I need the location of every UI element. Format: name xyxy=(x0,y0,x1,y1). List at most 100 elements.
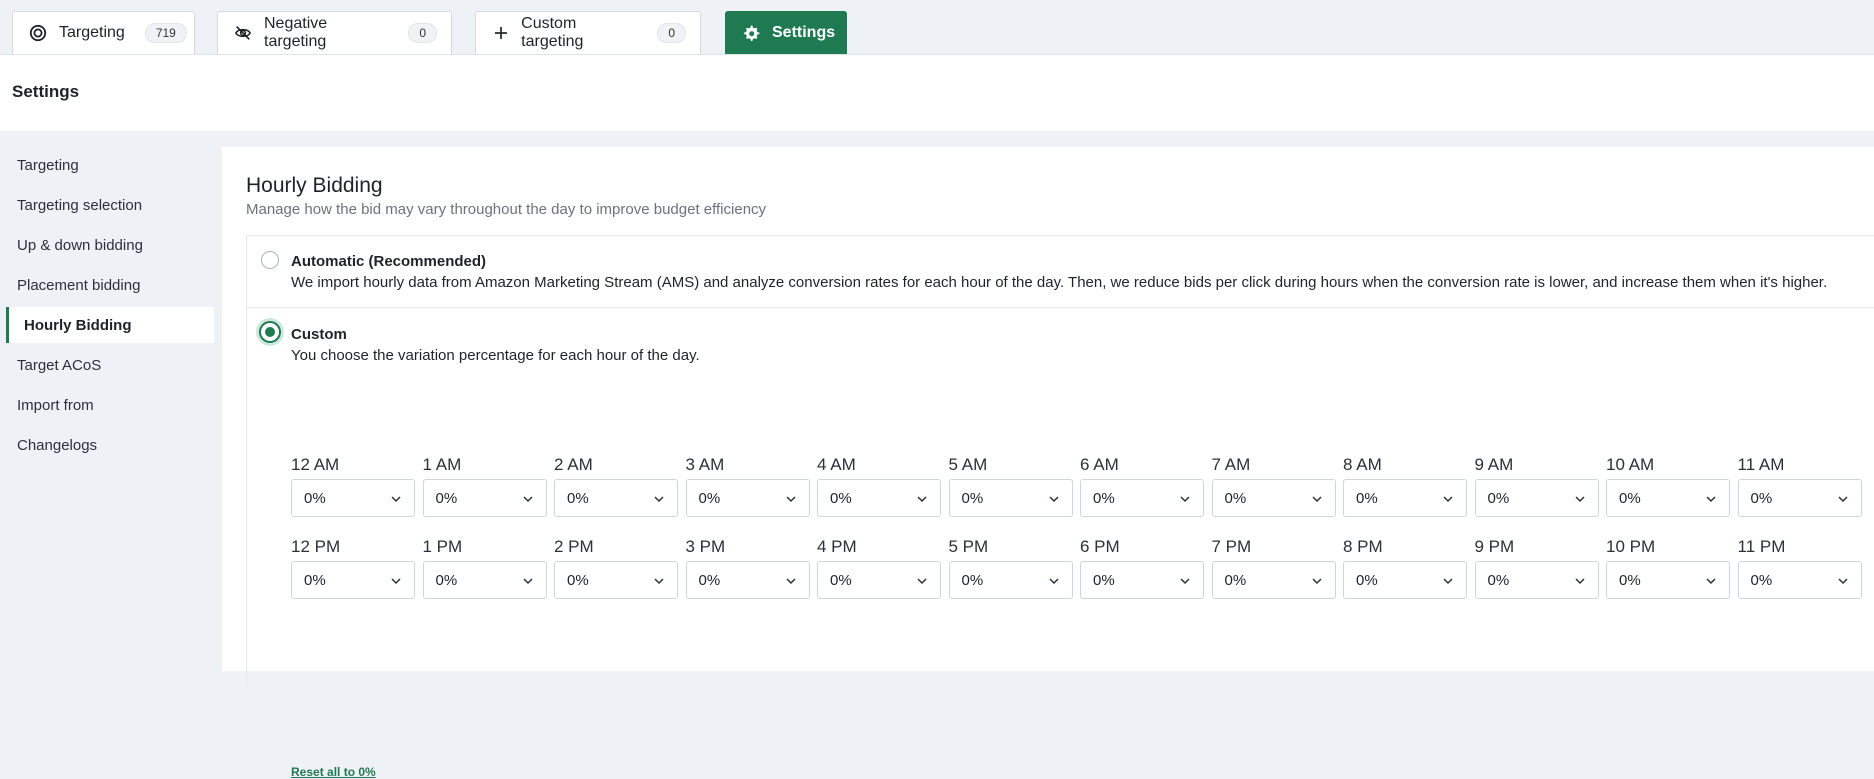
hour-percentage-select[interactable]: 0% xyxy=(1606,479,1730,517)
tab-negative-targeting[interactable]: Negative targeting 0 xyxy=(217,11,452,54)
sidebar-item-up-down-bidding[interactable]: Up & down bidding xyxy=(6,227,214,263)
chevron-down-icon xyxy=(390,492,402,504)
hour-percentage-select[interactable]: 0% xyxy=(817,561,941,599)
select-value: 0% xyxy=(567,489,589,507)
hour-label: 8 AM xyxy=(1343,455,1382,474)
hour-percentage-select[interactable]: 0% xyxy=(1211,479,1336,517)
select-value: 0% xyxy=(435,489,458,507)
tab-label: Custom targeting xyxy=(521,15,584,50)
hour-percentage-select[interactable]: 0% xyxy=(291,561,415,599)
section-title: Hourly Bidding xyxy=(246,174,383,197)
chevron-down-icon xyxy=(522,574,534,586)
tab-settings[interactable]: Settings xyxy=(725,11,847,54)
hour-label: 4 AM xyxy=(817,455,856,474)
chevron-down-icon xyxy=(1048,492,1060,504)
hour-label: 1 PM xyxy=(422,537,463,556)
hour-percentage-select[interactable]: 0% xyxy=(948,561,1073,599)
option-description: You choose the variation percentage for … xyxy=(291,347,700,364)
hour-label: 6 PM xyxy=(1080,537,1120,556)
option-description: We import hourly data from Amazon Market… xyxy=(291,274,1828,291)
hour-percentage-select[interactable]: 0% xyxy=(1080,479,1204,517)
sidebar-item-target-acos[interactable]: Target ACoS xyxy=(6,347,214,383)
hour-label: 3 PM xyxy=(685,537,726,556)
hour-percentage-select[interactable]: 0% xyxy=(554,479,678,517)
hour-percentage-select[interactable]: 0% xyxy=(554,561,678,599)
chevron-down-icon xyxy=(1574,492,1586,504)
count-badge: 0 xyxy=(408,23,437,43)
chevron-down-icon xyxy=(1179,492,1191,504)
select-value: 0% xyxy=(961,489,984,507)
hour-percentage-select[interactable]: 0% xyxy=(422,479,547,517)
count-badge: 719 xyxy=(144,23,187,43)
select-value: 0% xyxy=(1356,571,1378,589)
hour-label: 12 AM xyxy=(291,455,340,474)
hour-label: 12 PM xyxy=(291,537,341,556)
hour-percentage-select[interactable]: 0% xyxy=(291,479,415,517)
section-subtitle: Manage how the bid may vary throughout t… xyxy=(246,201,767,218)
hour-percentage-select[interactable]: 0% xyxy=(948,479,1073,517)
hour-percentage-select[interactable]: 0% xyxy=(1211,561,1336,599)
sidebar-item-targeting[interactable]: Targeting xyxy=(6,147,214,183)
hour-percentage-select[interactable]: 0% xyxy=(1606,561,1730,599)
select-value: 0% xyxy=(1224,571,1247,589)
hour-percentage-select[interactable]: 0% xyxy=(685,479,810,517)
tab-label: Targeting xyxy=(59,24,125,41)
sidebar-item-import-from[interactable]: Import from xyxy=(6,387,214,423)
sidebar-item-hourly-bidding[interactable]: Hourly Bidding xyxy=(6,307,214,343)
hour-percentage-select[interactable]: 0% xyxy=(1737,561,1862,599)
sidebar-item-placement-bidding[interactable]: Placement bidding xyxy=(6,267,214,303)
option-label: Custom xyxy=(291,326,347,343)
hour-label: 9 AM xyxy=(1474,455,1514,474)
select-value: 0% xyxy=(1356,489,1378,507)
tab-custom-targeting[interactable]: Custom targeting 0 xyxy=(475,11,701,54)
hour-label: 3 AM xyxy=(685,455,725,474)
sidebar-item-targeting-selection[interactable]: Targeting selection xyxy=(6,187,214,223)
hour-percentage-select[interactable]: 0% xyxy=(817,479,941,517)
count-badge: 0 xyxy=(657,23,686,43)
hour-percentage-select[interactable]: 0% xyxy=(1737,479,1862,517)
chevron-down-icon xyxy=(390,574,402,586)
sidebar-item-changelogs[interactable]: Changelogs xyxy=(6,427,214,463)
hour-percentage-select[interactable]: 0% xyxy=(1343,561,1467,599)
automatic-radio[interactable] xyxy=(261,251,279,269)
settings-sidebar: Targeting Targeting selection Up & down … xyxy=(0,131,222,671)
reset-all-link[interactable]: Reset all to 0% xyxy=(291,765,376,779)
eye-off-icon xyxy=(234,24,252,42)
select-value: 0% xyxy=(961,571,984,589)
hour-percentage-select[interactable]: 0% xyxy=(1343,479,1467,517)
select-value: 0% xyxy=(304,571,326,589)
page-title: Settings xyxy=(12,82,80,101)
chevron-down-icon xyxy=(653,574,665,586)
select-value: 0% xyxy=(830,571,852,589)
hour-label: 1 AM xyxy=(422,455,462,474)
hour-label: 5 AM xyxy=(948,455,988,474)
chevron-down-icon xyxy=(1442,492,1454,504)
option-automatic[interactable]: Automatic (Recommended) We import hourly… xyxy=(246,235,1874,307)
hour-label: 5 PM xyxy=(948,537,989,556)
chevron-down-icon xyxy=(1705,574,1717,586)
hour-label: 4 PM xyxy=(817,537,857,556)
select-value: 0% xyxy=(698,571,721,589)
select-value: 0% xyxy=(304,489,326,507)
hour-label: 11 AM xyxy=(1737,455,1785,474)
option-custom[interactable]: Custom You choose the variation percenta… xyxy=(246,307,1874,779)
tab-label: Negative targeting xyxy=(264,15,328,50)
hour-percentage-select[interactable]: 0% xyxy=(1474,479,1599,517)
hour-label: 10 AM xyxy=(1606,455,1655,474)
chevron-down-icon xyxy=(1311,574,1323,586)
hour-percentage-select[interactable]: 0% xyxy=(685,561,810,599)
select-value: 0% xyxy=(1093,571,1115,589)
select-value: 0% xyxy=(1619,571,1641,589)
chevron-down-icon xyxy=(785,574,797,586)
tab-targeting[interactable]: Targeting 719 xyxy=(12,11,195,54)
chevron-down-icon xyxy=(1048,574,1060,586)
select-value: 0% xyxy=(567,571,589,589)
select-value: 0% xyxy=(1750,571,1773,589)
hour-label: 8 PM xyxy=(1343,537,1383,556)
hour-percentage-select[interactable]: 0% xyxy=(1474,561,1599,599)
tab-bar: Targeting 719 Negative targeting 0 Custo… xyxy=(0,0,1874,55)
hour-percentage-select[interactable]: 0% xyxy=(1080,561,1204,599)
custom-radio[interactable] xyxy=(259,321,281,343)
select-value: 0% xyxy=(1619,489,1641,507)
hour-percentage-select[interactable]: 0% xyxy=(422,561,547,599)
